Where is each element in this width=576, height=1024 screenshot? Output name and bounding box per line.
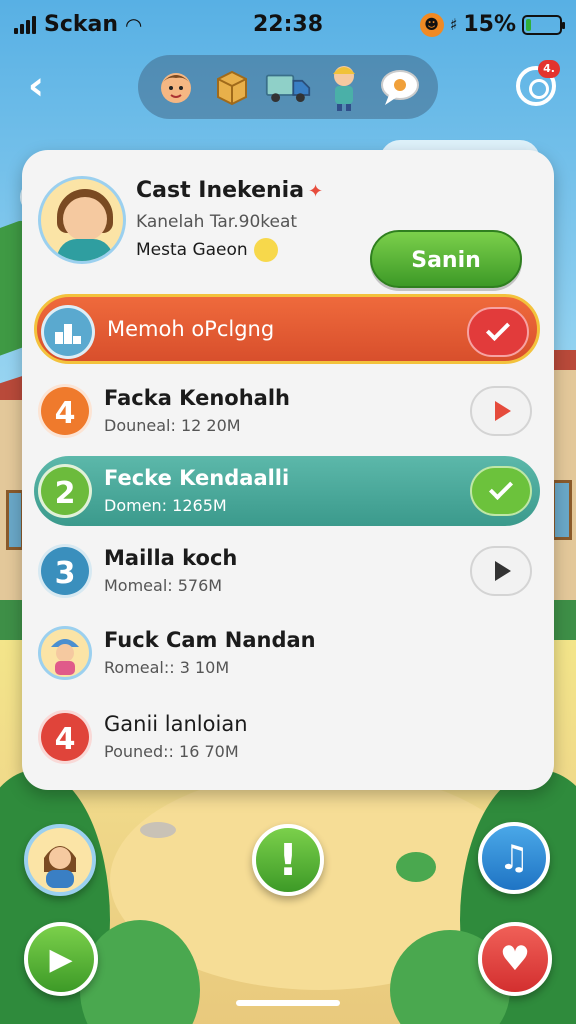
back-button[interactable]: ‹: [16, 64, 56, 108]
check-icon: [485, 316, 511, 342]
list-item-title: Fuck Cam Nandan: [104, 628, 316, 652]
list-item[interactable]: Memoh oPclgng: [34, 294, 540, 364]
status-right: ☻ ♯ 15%: [419, 12, 565, 37]
avatar-shirt: [57, 239, 113, 261]
confirm-button[interactable]: [467, 307, 529, 357]
truck-icon[interactable]: [265, 64, 311, 110]
list-item-meta: Romeal:: 3 10M: [104, 658, 230, 677]
character-icon[interactable]: [153, 64, 199, 110]
avatar[interactable]: [38, 176, 126, 264]
avatar-face: [63, 197, 107, 241]
podium-icon: [41, 305, 95, 359]
profile-name: Cast Inekenia ✦: [136, 178, 323, 203]
emoji-status-icon: ☻: [419, 12, 444, 37]
list-item-title: Memoh oPclgng: [107, 317, 275, 341]
window: [552, 480, 572, 540]
profile-header: Cast Inekenia ✦ Kanelah Tar.90keat Mesta …: [38, 176, 538, 288]
play-button[interactable]: [470, 386, 532, 436]
profile-subtitle: Kanelah Tar.90keat: [136, 212, 298, 232]
battery-icon: [522, 14, 565, 35]
play-icon: [495, 561, 511, 581]
stone: [140, 822, 176, 838]
profile-location: Mesta Gaeon: [136, 238, 278, 262]
list-item-title: Mailla koch: [104, 546, 238, 570]
bush: [396, 852, 436, 882]
music-button[interactable]: ♫: [478, 822, 550, 894]
list-item[interactable]: 3 Mailla koch Momeal: 576M: [34, 536, 540, 606]
smile-icon: [253, 238, 278, 262]
list-item-meta: Domen: 1265M: [104, 496, 227, 515]
battery-fill: [526, 18, 531, 31]
rank-badge: 2: [38, 464, 92, 518]
nav-icon-bar: [138, 55, 438, 119]
location-text: Mesta Gaeon: [136, 240, 248, 260]
status-bar: Sckan ◠ 22:38 ☻ ♯ 15%: [0, 0, 576, 52]
list-item-meta: Pouned:: 16 70M: [104, 742, 239, 761]
list-item-title: Ganii lanloian: [104, 712, 248, 736]
sanin-button[interactable]: Sanin: [370, 230, 522, 288]
list-item[interactable]: 4 Facka Kenohalh Douneal: 12 20M: [34, 376, 540, 446]
level-list-card: Cast Inekenia ✦ Kanelah Tar.90keat Mesta …: [22, 150, 554, 790]
rank-badge: 4: [38, 384, 92, 438]
chat-icon[interactable]: [377, 64, 423, 110]
next-button[interactable]: ▶: [24, 922, 98, 996]
check-icon: [488, 475, 514, 501]
list-item[interactable]: 4 Ganii lanloian Pouned:: 16 70M: [34, 702, 540, 772]
list-item-title: Fecke Kendaalli: [104, 466, 290, 490]
package-icon[interactable]: [209, 64, 255, 110]
rank-badge: 3: [38, 544, 92, 598]
heart-button[interactable]: ♥: [478, 922, 552, 996]
list-item-meta: Momeal: 576M: [104, 576, 223, 595]
avatar: [38, 626, 92, 680]
battery-percent: 15%: [463, 12, 516, 37]
notification-button[interactable]: 4.: [516, 60, 560, 106]
alert-button[interactable]: !: [252, 824, 324, 896]
avatar-button[interactable]: [24, 824, 96, 896]
list-item-meta: Douneal: 12 20M: [104, 416, 241, 435]
list-item[interactable]: Fuck Cam Nandan Romeal:: 3 10M: [34, 618, 540, 688]
bluetooth-icon: ♯: [449, 15, 458, 34]
complete-button[interactable]: [470, 466, 532, 516]
home-indicator[interactable]: [236, 1000, 340, 1006]
play-button[interactable]: [470, 546, 532, 596]
play-icon: [495, 401, 511, 421]
profile-name-text: Cast Inekenia: [136, 178, 305, 203]
worker-icon[interactable]: [321, 64, 367, 111]
notification-badge: 4.: [538, 60, 560, 78]
list-item-title: Facka Kenohalh: [104, 386, 290, 410]
sparkle-icon: ✦: [308, 181, 324, 202]
list-item[interactable]: 2 Fecke Kendaalli Domen: 1265M: [34, 456, 540, 526]
rank-badge: 4: [38, 710, 92, 764]
